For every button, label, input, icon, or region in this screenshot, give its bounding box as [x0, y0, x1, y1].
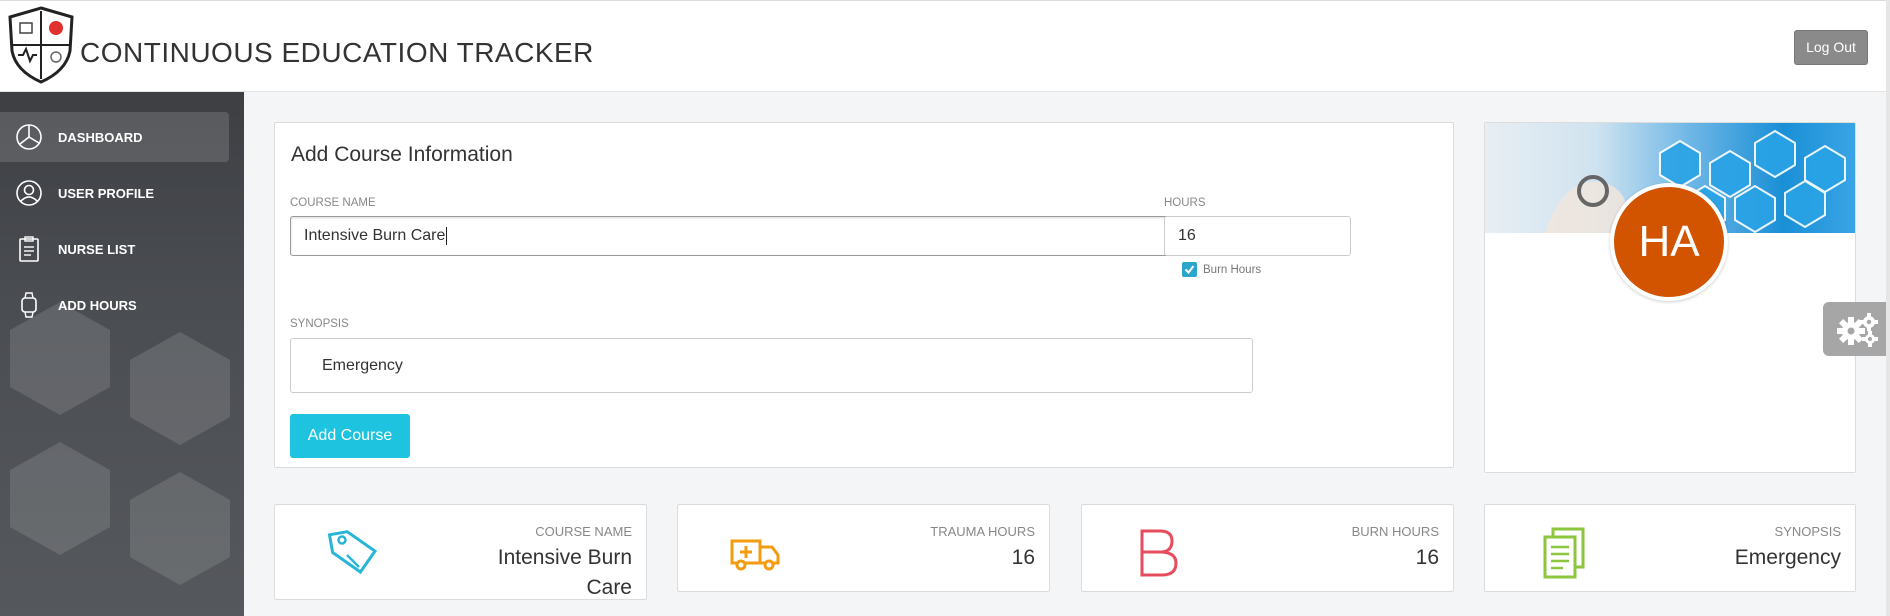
sidebar-item-label: DASHBOARD — [58, 129, 143, 145]
page-scrollbar-edge — [1886, 0, 1890, 616]
sidebar-item-add-hours[interactable]: ADD HOURS — [0, 280, 229, 330]
ambulance-icon — [728, 527, 784, 579]
stat-value: Intensive Burn Care — [497, 546, 632, 599]
stat-label: SYNOPSIS — [1774, 524, 1841, 539]
profile-card: HA — [1484, 122, 1856, 473]
letter-b-icon — [1132, 527, 1188, 579]
watch-icon — [0, 280, 58, 330]
stat-card-trauma-hours: TRAUMA HOURS 16 — [677, 504, 1050, 592]
course-name-input[interactable]: Intensive Burn Care — [290, 216, 1170, 256]
sidebar-item-nurse-list[interactable]: NURSE LIST — [0, 224, 229, 274]
synopsis-input[interactable]: Emergency — [290, 338, 1253, 393]
pie-chart-icon — [0, 112, 58, 162]
course-name-label: COURSE NAME — [290, 197, 376, 209]
burn-hours-checkbox[interactable] — [1182, 262, 1197, 277]
tag-icon — [325, 527, 381, 579]
add-course-button[interactable]: Add Course — [290, 414, 410, 458]
sidebar-item-label: USER PROFILE — [58, 185, 155, 201]
burn-hours-checkbox-row[interactable]: Burn Hours — [1182, 262, 1261, 277]
hours-label: HOURS — [1164, 197, 1206, 209]
stat-label: BURN HOURS — [1351, 524, 1439, 539]
sidebar-item-label: ADD HOURS — [58, 297, 137, 313]
background-hexagons — [10, 302, 230, 585]
clipboard-icon — [0, 224, 58, 274]
shield-logo-icon[interactable] — [6, 5, 76, 85]
synopsis-label: SYNOPSIS — [290, 318, 349, 330]
stat-card-burn-hours: BURN HOURS 16 — [1081, 504, 1454, 592]
sidebar-item-dashboard[interactable]: DASHBOARD — [0, 112, 229, 162]
avatar: HA — [1610, 183, 1728, 301]
synopsis-value: Emergency — [322, 356, 403, 374]
form-title: Add Course Information — [291, 143, 513, 166]
course-name-value: Intensive Burn Care — [304, 227, 446, 244]
stat-card-synopsis: SYNOPSIS Emergency — [1484, 504, 1856, 592]
sidebar-item-user-profile[interactable]: USER PROFILE — [0, 168, 229, 218]
gears-icon — [1836, 313, 1878, 347]
app-title: CONTINUOUS EDUCATION TRACKER — [80, 37, 594, 68]
logout-button[interactable]: Log Out — [1794, 30, 1868, 65]
top-bar: CONTINUOUS EDUCATION TRACKER Log Out — [0, 0, 1890, 92]
stat-label: TRAUMA HOURS — [930, 524, 1035, 539]
add-course-card: Add Course Information COURSE NAME Inten… — [274, 122, 1454, 468]
stat-label: COURSE NAME — [535, 524, 632, 539]
document-icon — [1535, 527, 1591, 579]
text-caret — [446, 227, 448, 245]
settings-tab[interactable] — [1823, 302, 1890, 356]
stat-value: 16 — [1415, 546, 1439, 569]
hours-value: 16 — [1178, 227, 1196, 244]
sidebar: DASHBOARD USER PROFILE NURSE LIST ADD HO… — [0, 92, 244, 616]
checkmark-icon — [1184, 265, 1195, 275]
sidebar-item-label: NURSE LIST — [58, 241, 136, 257]
stat-value: 16 — [1011, 546, 1035, 569]
burn-hours-label: Burn Hours — [1203, 263, 1262, 276]
hours-input[interactable]: 16 — [1164, 216, 1351, 256]
stat-value: Emergency — [1734, 546, 1841, 569]
stat-card-course-name: COURSE NAME Intensive Burn Care — [274, 504, 647, 600]
user-circle-icon — [0, 168, 58, 218]
